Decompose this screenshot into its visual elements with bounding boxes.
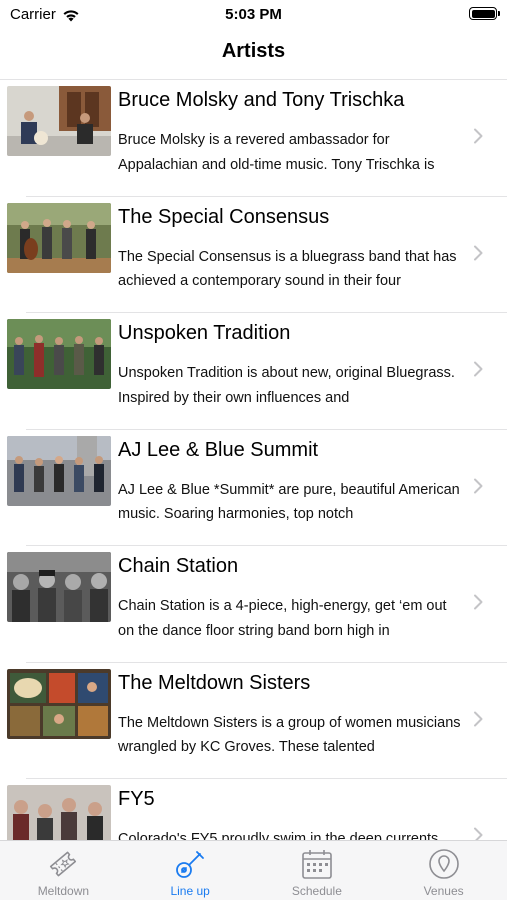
artist-description: The Special Consensus is a bluegrass ban… bbox=[118, 248, 457, 290]
chevron-right-icon bbox=[474, 478, 483, 493]
artist-row[interactable]: Chain Station Chain Station is a 4-piece… bbox=[0, 546, 507, 663]
artist-name: Chain Station bbox=[118, 555, 239, 577]
tab-line-up[interactable]: Line up bbox=[127, 841, 254, 900]
artist-thumbnail bbox=[7, 319, 111, 389]
artist-thumbnail bbox=[7, 202, 111, 273]
artist-name: The Meltdown Sisters bbox=[118, 671, 311, 694]
artist-thumbnail bbox=[7, 86, 111, 156]
tab-label: Line up bbox=[170, 884, 210, 898]
chevron-right-icon bbox=[474, 711, 483, 726]
tab-venues[interactable]: Venues bbox=[380, 841, 507, 900]
tab-label: Schedule bbox=[291, 884, 342, 898]
ticket-icon bbox=[50, 851, 77, 877]
location-pin-icon bbox=[428, 849, 459, 879]
tab-bar: Meltdown Line up Schedule Venues bbox=[0, 840, 507, 900]
artist-row[interactable]: FY5 Colorado's FY5 proudly swim in the d… bbox=[0, 779, 507, 840]
artist-name: The Special Consensus bbox=[118, 205, 330, 228]
artist-name: AJ Lee & Blue Summit bbox=[118, 438, 319, 461]
artist-thumbnail bbox=[7, 668, 111, 739]
artist-thumbnail bbox=[7, 435, 111, 506]
artist-description: Bruce Molsky is a revered ambassador for… bbox=[118, 132, 435, 173]
artist-list[interactable]: Bruce Molsky and Tony Trischka Bruce Mol… bbox=[0, 79, 507, 840]
chevron-right-icon bbox=[474, 594, 483, 610]
artist-row[interactable]: Bruce Molsky and Tony Trischka Bruce Mol… bbox=[0, 80, 507, 197]
artist-name: FY5 bbox=[118, 788, 155, 810]
chevron-right-icon bbox=[474, 361, 483, 377]
artist-row[interactable]: The Meltdown Sisters The Meltdown Sister… bbox=[0, 663, 507, 779]
artist-name: Unspoken Tradition bbox=[118, 322, 291, 344]
guitar-icon bbox=[176, 851, 205, 878]
artist-name: Bruce Molsky and Tony Trischka bbox=[118, 89, 405, 111]
calendar-icon bbox=[302, 850, 332, 879]
chevron-right-icon bbox=[474, 245, 483, 260]
artist-thumbnail bbox=[7, 552, 111, 622]
artist-description: Colorado's FY5 proudly swim in the deep … bbox=[118, 831, 439, 840]
artist-description: Chain Station is a 4-piece, high-energy,… bbox=[118, 598, 447, 639]
artist-description: Unspoken Tradition is about new, origina… bbox=[118, 365, 455, 406]
artist-thumbnail bbox=[7, 785, 111, 840]
battery-icon bbox=[469, 7, 500, 20]
tab-schedule[interactable]: Schedule bbox=[254, 841, 381, 900]
tab-label: Meltdown bbox=[37, 884, 90, 898]
page-title: Artists bbox=[221, 40, 286, 62]
artist-description: The Meltdown Sisters is a group of women… bbox=[118, 714, 461, 756]
artist-row[interactable]: AJ Lee & Blue Summit AJ Lee & Blue *Summ… bbox=[0, 430, 507, 546]
status-time: 5:03 PM bbox=[225, 6, 282, 23]
tab-label: Venues bbox=[423, 884, 464, 898]
artist-description: AJ Lee & Blue *Summit* are pure, beautif… bbox=[118, 481, 460, 523]
status-bar: Carrier 5:03 PM bbox=[0, 0, 507, 30]
tab-meltdown[interactable]: Meltdown bbox=[0, 841, 127, 900]
artist-row[interactable]: Unspoken Tradition Unspoken Tradition is… bbox=[0, 313, 507, 430]
chevron-right-icon bbox=[474, 128, 483, 144]
artist-row[interactable]: The Special Consensus The Special Consen… bbox=[0, 197, 507, 313]
chevron-right-icon bbox=[474, 827, 483, 840]
